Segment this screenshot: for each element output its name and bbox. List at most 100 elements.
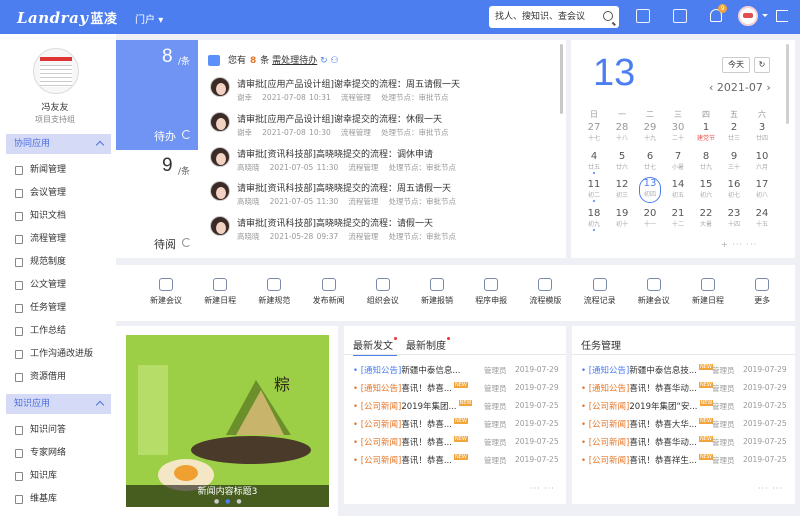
sidebar-item[interactable]: 任务管理 [15, 301, 66, 315]
tab-latest-rules[interactable]: 最新制度 [406, 337, 450, 352]
refresh-icon[interactable]: ↻ [320, 56, 328, 66]
logout-icon[interactable] [776, 10, 788, 22]
calendar-day-cell[interactable]: 14 初五 [666, 179, 690, 200]
calendar-day-cell[interactable]: 9 三十 [722, 151, 746, 172]
app-center-icon[interactable] [673, 9, 687, 23]
list-item[interactable]: • [通知公告]喜讯！恭喜华动... NEW [581, 382, 713, 394]
quick-action-button[interactable]: 更多 [735, 278, 789, 306]
calendar-day-cell[interactable]: 6 廿七 [638, 151, 662, 172]
calendar-day-cell[interactable]: 1 建党节 [694, 122, 718, 143]
calendar-day-cell[interactable]: 21 十二 [666, 208, 690, 229]
more-icon[interactable]: ··· ··· [530, 484, 555, 493]
list-item[interactable]: • [公司新闻]喜讯！恭喜... NEW [353, 436, 468, 448]
todo-title[interactable]: 请审批[应用产品设计组]谢幸提交的流程：休假一天 [237, 112, 442, 125]
sidebar-item[interactable]: 知识问答 [15, 423, 66, 437]
list-item[interactable]: • [公司新闻]2019年集团... NEW [353, 400, 473, 412]
todo-title[interactable]: 请审批[资讯科技部]高晓晓提交的流程：请假一天 [237, 216, 433, 229]
refresh-icon[interactable] [182, 130, 191, 139]
calendar-day-cell[interactable]: 8 廿九 [694, 151, 718, 172]
today-button[interactable]: 今天 [722, 57, 750, 73]
sidebar-item[interactable]: 新闻管理 [15, 163, 66, 177]
sidebar-item[interactable]: 资源借用 [15, 370, 66, 384]
pending-counter[interactable]: 8 /条 待办 [116, 40, 198, 150]
calendar-day-cell[interactable]: 24 十五 [750, 208, 774, 229]
calendar-day-cell[interactable]: 20 十一 [638, 208, 662, 229]
todo-title[interactable]: 请审批[资讯科技部]高晓晓提交的流程：周五请假一天 [237, 181, 451, 194]
logo[interactable]: Landray 蓝凌 [17, 8, 118, 27]
list-item[interactable]: • [公司新闻]喜讯！恭喜华动... NEW [581, 436, 713, 448]
calendar-day-cell[interactable]: 10 六月 [750, 151, 774, 172]
portal-menu[interactable]: 门户 ▾ [135, 11, 163, 26]
calendar-day-cell[interactable]: 2 廿三 [722, 122, 746, 143]
quick-action-button[interactable]: 新建报销 [410, 278, 464, 306]
calendar-day-cell[interactable]: 7 小暑 [666, 151, 690, 172]
quick-action-button[interactable]: 新建规范 [247, 278, 301, 306]
calendar-day-cell[interactable]: 12 初三 [610, 179, 634, 200]
quick-action-button[interactable]: 组织会议 [356, 278, 410, 306]
list-item[interactable]: • [公司新闻]喜讯！恭喜祥生... NEW [581, 454, 713, 466]
sidebar-item[interactable]: 专家网络 [15, 446, 66, 460]
quick-action-button[interactable]: 新建日程 [681, 278, 735, 306]
quick-action-button[interactable]: 新建会议 [139, 278, 193, 306]
prev-month-icon[interactable]: ‹ [709, 81, 713, 94]
calendar-day-cell[interactable]: 27 十七 [582, 122, 606, 143]
calendar-day-cell[interactable]: 11 初二 [582, 179, 606, 202]
quick-action-button[interactable]: 新建日程 [193, 278, 247, 306]
user-icon[interactable]: ⚇ [330, 56, 338, 66]
calendar-day-cell[interactable]: 18 初九 [582, 208, 606, 231]
calendar-day-cell[interactable]: 30 二十 [666, 122, 690, 143]
sidebar-item[interactable]: 会议管理 [15, 186, 66, 200]
list-item[interactable]: • [公司新闻]喜讯！恭喜大华... NEW [581, 418, 713, 430]
calendar-day-cell[interactable]: 13 初四 [639, 177, 661, 203]
list-item[interactable]: • [通知公告]新疆中泰信息技... NEW [581, 364, 713, 376]
sidebar-section-collab[interactable]: 协同应用 [6, 134, 111, 154]
news-image[interactable]: 粽 新闻内容标题3 ● ● ● [126, 335, 329, 507]
todo-title[interactable]: 请审批[资讯科技部]高晓晓提交的流程：调休申请 [237, 147, 433, 160]
news-caption[interactable]: 新闻内容标题3 [126, 484, 329, 497]
calendar-day-cell[interactable]: 4 廿五 [582, 151, 606, 174]
user-avatar[interactable] [738, 6, 758, 26]
carousel-dots[interactable]: ● ● ● [214, 498, 244, 505]
calendar-day-cell[interactable]: 22 大暑 [694, 208, 718, 229]
more-icon[interactable]: ··· ··· [758, 484, 783, 493]
sidebar-item[interactable]: 知识库 [15, 469, 57, 483]
search-box[interactable]: 找人、搜知识、查会议 [489, 6, 619, 28]
calendar-day-cell[interactable]: 19 初十 [610, 208, 634, 229]
sidebar-item[interactable]: 规范制度 [15, 255, 66, 269]
pending-link[interactable]: 需处理待办 [272, 56, 317, 66]
sidebar-section-knowledge[interactable]: 知识应用 [6, 394, 111, 414]
quick-action-button[interactable]: 新建会议 [627, 278, 681, 306]
search-icon[interactable] [603, 11, 613, 21]
sidebar-item[interactable]: 知识文档 [15, 209, 66, 223]
chevron-down-icon[interactable] [762, 14, 768, 20]
calendar-day-cell[interactable]: 29 十九 [638, 122, 662, 143]
calendar-day-cell[interactable]: 16 初七 [722, 179, 746, 200]
sidebar-item[interactable]: 流程管理 [15, 232, 66, 246]
next-month-icon[interactable]: › [766, 81, 770, 94]
calendar-day-cell[interactable]: 5 廿六 [610, 151, 634, 172]
refresh-icon[interactable]: ↻ [754, 57, 770, 73]
todo-title[interactable]: 请审批[应用产品设计组]谢幸提交的流程：周五请假一天 [237, 77, 460, 90]
list-item[interactable]: • [公司新闻]喜讯！恭喜... NEW [353, 454, 468, 466]
sidebar-item[interactable]: 维基库 [15, 492, 57, 506]
calendar-day-cell[interactable]: 17 初八 [750, 179, 774, 200]
toread-counter[interactable]: 9 /条 待阅 [116, 150, 198, 258]
profile-avatar[interactable] [33, 48, 79, 94]
quick-action-button[interactable]: 发布新闻 [302, 278, 356, 306]
more-icon[interactable]: + ··· ··· [721, 240, 757, 249]
list-item[interactable]: • [公司新闻]2019年集团“安... NEW [581, 400, 714, 412]
sidebar-item[interactable]: 工作总结 [15, 324, 66, 338]
sidebar-item[interactable]: 公文管理 [15, 278, 66, 292]
quick-action-button[interactable]: 程序申报 [464, 278, 518, 306]
refresh-icon[interactable] [182, 238, 191, 247]
calendar-day-cell[interactable]: 28 十八 [610, 122, 634, 143]
quick-action-button[interactable]: 流程记录 [573, 278, 627, 306]
calendar-day-cell[interactable]: 15 初六 [694, 179, 718, 200]
scrollbar[interactable] [560, 44, 563, 114]
search-input[interactable]: 找人、搜知识、查会议 [495, 12, 585, 22]
calendar-day-cell[interactable]: 3 廿四 [750, 122, 774, 143]
calendar-day-cell[interactable]: 23 十四 [722, 208, 746, 229]
list-item[interactable]: • [通知公告]新疆中泰信息... [353, 364, 460, 376]
list-item[interactable]: • [通知公告]喜讯！恭喜... NEW [353, 382, 468, 394]
scrollbar[interactable] [786, 44, 789, 124]
